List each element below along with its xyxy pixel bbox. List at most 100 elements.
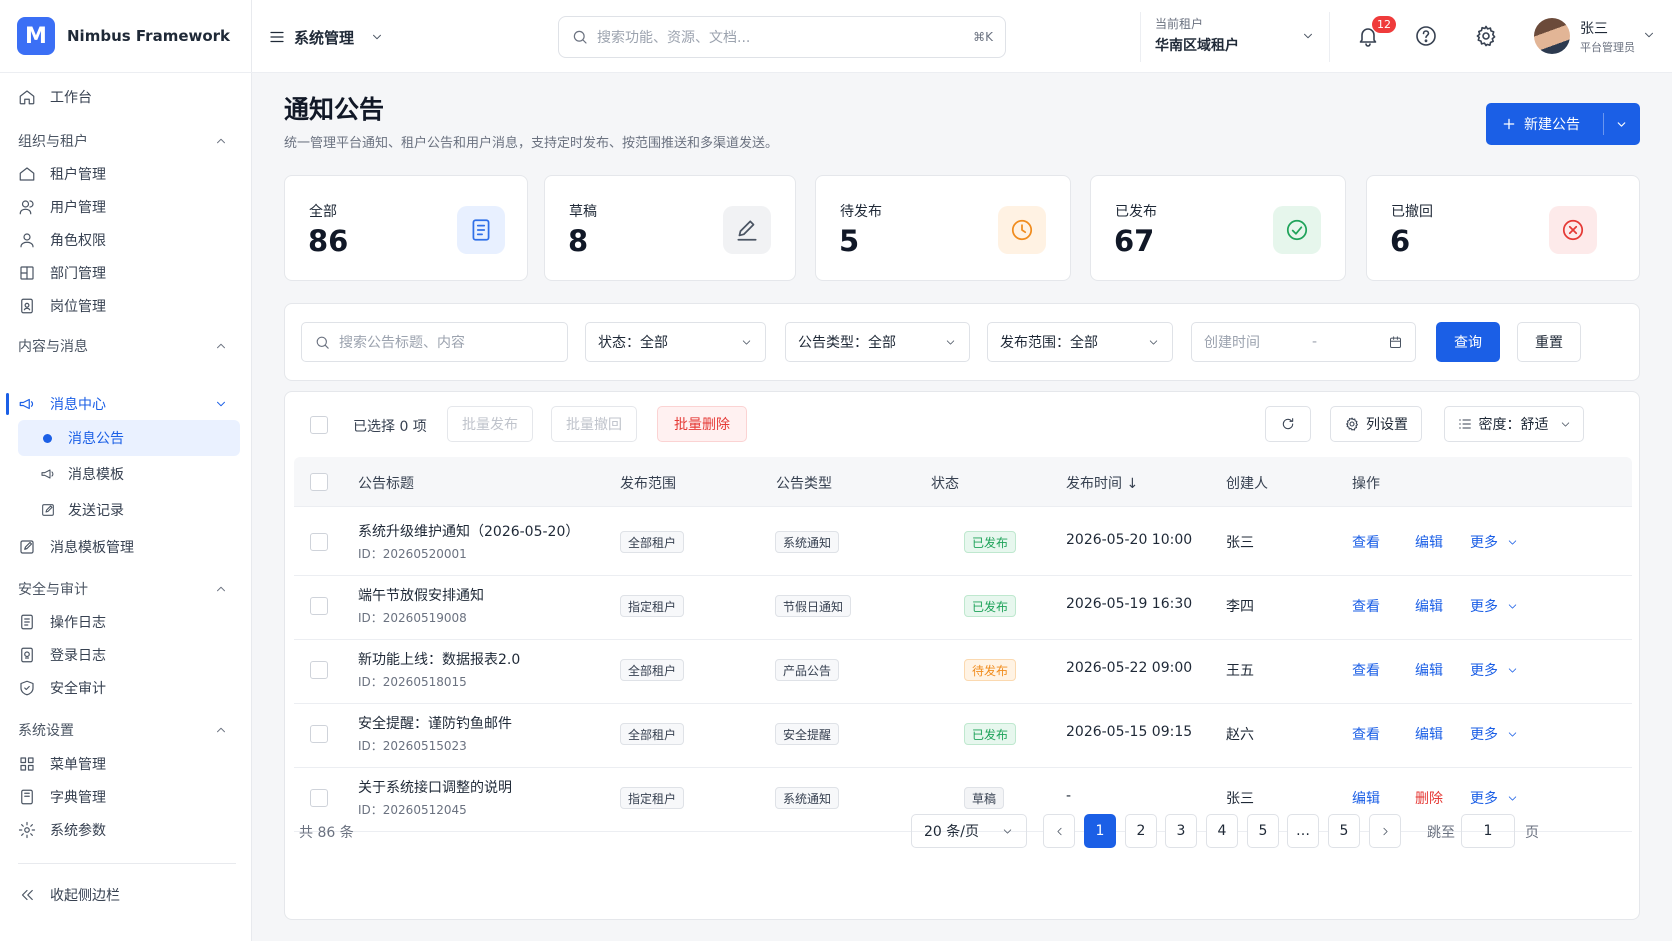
stat-card-draft[interactable]: 草稿 8 [544, 175, 796, 281]
select-all-checkbox[interactable] [310, 473, 328, 491]
page-button[interactable]: 1 [1084, 814, 1116, 848]
announcement-search-input[interactable]: 搜索公告标题、内容 [301, 322, 568, 362]
batch-delete-button[interactable]: 批量删除 [657, 406, 747, 442]
notification-badge: 12 [1372, 16, 1396, 33]
announcement-title[interactable]: 关于系统接口调整的说明 [358, 777, 512, 797]
batch-publish-button[interactable]: 批量发布 [447, 406, 533, 442]
edit-link[interactable]: 编辑 [1415, 724, 1443, 744]
column-settings-button[interactable]: 列设置 [1330, 406, 1422, 442]
stat-card-pending[interactable]: 待发布 5 [815, 175, 1071, 281]
shield-icon [20, 680, 34, 696]
sidebar-item-workbench[interactable]: 工作台 [18, 82, 92, 112]
delete-link[interactable]: 删除 [1415, 788, 1443, 808]
sidebar-item-roles[interactable]: 角色权限 [18, 225, 106, 255]
select-all-toolbar-checkbox[interactable] [310, 416, 328, 434]
jump-page-input[interactable]: 1 [1461, 814, 1515, 848]
sidebar-item-users[interactable]: 用户管理 [18, 192, 106, 222]
announcement-title[interactable]: 新功能上线：数据报表2.0 [358, 649, 520, 669]
query-button[interactable]: 查询 [1436, 322, 1500, 362]
row-checkbox[interactable] [310, 597, 328, 615]
type-filter-select[interactable]: 公告类型：全部 [785, 322, 970, 362]
edit-link[interactable]: 编辑 [1415, 596, 1443, 616]
status-badge: 待发布 [964, 659, 1017, 681]
edit-link[interactable]: 编辑 [1352, 788, 1380, 808]
sidebar-group-settings[interactable]: 系统设置 [18, 717, 228, 743]
sidebar-group-security[interactable]: 安全与审计 [18, 576, 228, 602]
page-button[interactable]: 5 [1247, 814, 1279, 848]
next-page-button[interactable] [1369, 814, 1401, 848]
reset-button[interactable]: 重置 [1517, 322, 1581, 362]
row-checkbox[interactable] [310, 533, 328, 551]
sidebar-item-departments[interactable]: 部门管理 [18, 258, 106, 288]
refresh-button[interactable] [1265, 406, 1311, 442]
avatar[interactable] [1534, 18, 1570, 54]
more-label: 更多 [1470, 663, 1498, 679]
chevron-down-icon[interactable] [1642, 28, 1656, 42]
announcement-title[interactable]: 安全提醒：谨防钓鱼邮件 [358, 713, 512, 733]
edit-link[interactable]: 编辑 [1415, 532, 1443, 552]
sidebar-item-label: 系统参数 [50, 823, 106, 839]
sidebar-subitem-templates[interactable]: 消息模板 [18, 456, 240, 492]
view-link[interactable]: 查看 [1352, 724, 1380, 744]
column-header-publish-time[interactable]: 发布时间 ↓ [1066, 473, 1138, 493]
sidebar-item-message-center[interactable]: 消息中心 [18, 389, 228, 419]
sidebar-item-dictionary[interactable]: 字典管理 [18, 782, 106, 812]
created-date-range-picker[interactable]: 创建时间 - [1191, 322, 1416, 362]
stat-card-revoked[interactable]: 已撤回 6 [1366, 175, 1640, 281]
more-actions-dropdown[interactable]: 更多 [1470, 788, 1519, 808]
more-actions-dropdown[interactable]: 更多 [1470, 660, 1519, 680]
sidebar-subitem-announcements[interactable]: 消息公告 [18, 420, 240, 456]
page-button[interactable]: 2 [1125, 814, 1157, 848]
collapse-sidebar-button[interactable]: 收起侧边栏 [18, 880, 120, 910]
help-icon[interactable] [1414, 24, 1438, 48]
edit-link[interactable]: 编辑 [1415, 660, 1443, 680]
scope-tag: 指定租户 [620, 787, 685, 809]
sidebar-item-parameters[interactable]: 系统参数 [18, 815, 106, 845]
more-actions-dropdown[interactable]: 更多 [1470, 724, 1519, 744]
global-search-input[interactable]: 搜索功能、资源、文档... ⌘K [558, 16, 1006, 58]
page-button[interactable]: 5 [1328, 814, 1360, 848]
stat-label: 已发布 [1115, 204, 1157, 220]
stat-card-published[interactable]: 已发布 67 [1090, 175, 1346, 281]
more-actions-dropdown[interactable]: 更多 [1470, 596, 1519, 616]
density-dropdown[interactable]: 密度：舒适 [1444, 406, 1584, 442]
system-menu-dropdown[interactable]: 系统管理 [268, 24, 384, 50]
row-checkbox[interactable] [310, 661, 328, 679]
sidebar-item-template-management[interactable]: 消息模板管理 [18, 532, 134, 562]
sidebar-item-positions[interactable]: 岗位管理 [18, 291, 106, 321]
chevron-down-icon [1617, 122, 1626, 127]
announcement-title[interactable]: 系统升级维护通知（2026-05-20） [358, 521, 579, 541]
announcement-title[interactable]: 端午节放假安排通知 [358, 585, 484, 605]
sidebar-subitem-send-records[interactable]: 发送记录 [18, 492, 240, 528]
new-announcement-button[interactable]: 新建公告 [1486, 103, 1640, 145]
megaphone-icon [19, 398, 34, 410]
sidebar-item-security-audit[interactable]: 安全审计 [18, 673, 106, 703]
more-actions-dropdown[interactable]: 更多 [1470, 532, 1519, 552]
sidebar-group-label: 组织与租户 [18, 134, 88, 150]
page-button[interactable]: 4 [1206, 814, 1238, 848]
page-button[interactable]: 3 [1165, 814, 1197, 848]
sidebar-item-menus[interactable]: 菜单管理 [18, 749, 106, 779]
status-filter-select[interactable]: 状态：全部 [585, 322, 766, 362]
page-size-value: 20 条/页 [924, 824, 979, 840]
batch-revoke-button[interactable]: 批量撤回 [551, 406, 637, 442]
page-ellipsis[interactable]: … [1287, 814, 1319, 848]
sidebar-item-login-log[interactable]: 登录日志 [18, 640, 106, 670]
prev-page-button[interactable] [1043, 814, 1075, 848]
gear-icon[interactable] [1474, 24, 1498, 48]
sidebar-group-content[interactable]: 内容与消息 [18, 333, 228, 359]
sidebar-item-tenants[interactable]: 租户管理 [18, 159, 106, 189]
view-link[interactable]: 查看 [1352, 596, 1380, 616]
tenant-switcher[interactable]: 当前租户 华南区域租户 [1140, 12, 1330, 62]
stat-value: 67 [1114, 224, 1155, 258]
sidebar-divider [18, 863, 236, 864]
stat-card-all[interactable]: 全部 86 [284, 175, 528, 281]
page-size-select[interactable]: 20 条/页 [911, 814, 1027, 848]
view-link[interactable]: 查看 [1352, 532, 1380, 552]
row-checkbox[interactable] [310, 789, 328, 807]
row-checkbox[interactable] [310, 725, 328, 743]
scope-filter-select[interactable]: 发布范围：全部 [987, 322, 1173, 362]
sidebar-item-operation-log[interactable]: 操作日志 [18, 607, 106, 637]
view-link[interactable]: 查看 [1352, 660, 1380, 680]
sidebar-group-org[interactable]: 组织与租户 [18, 128, 228, 154]
